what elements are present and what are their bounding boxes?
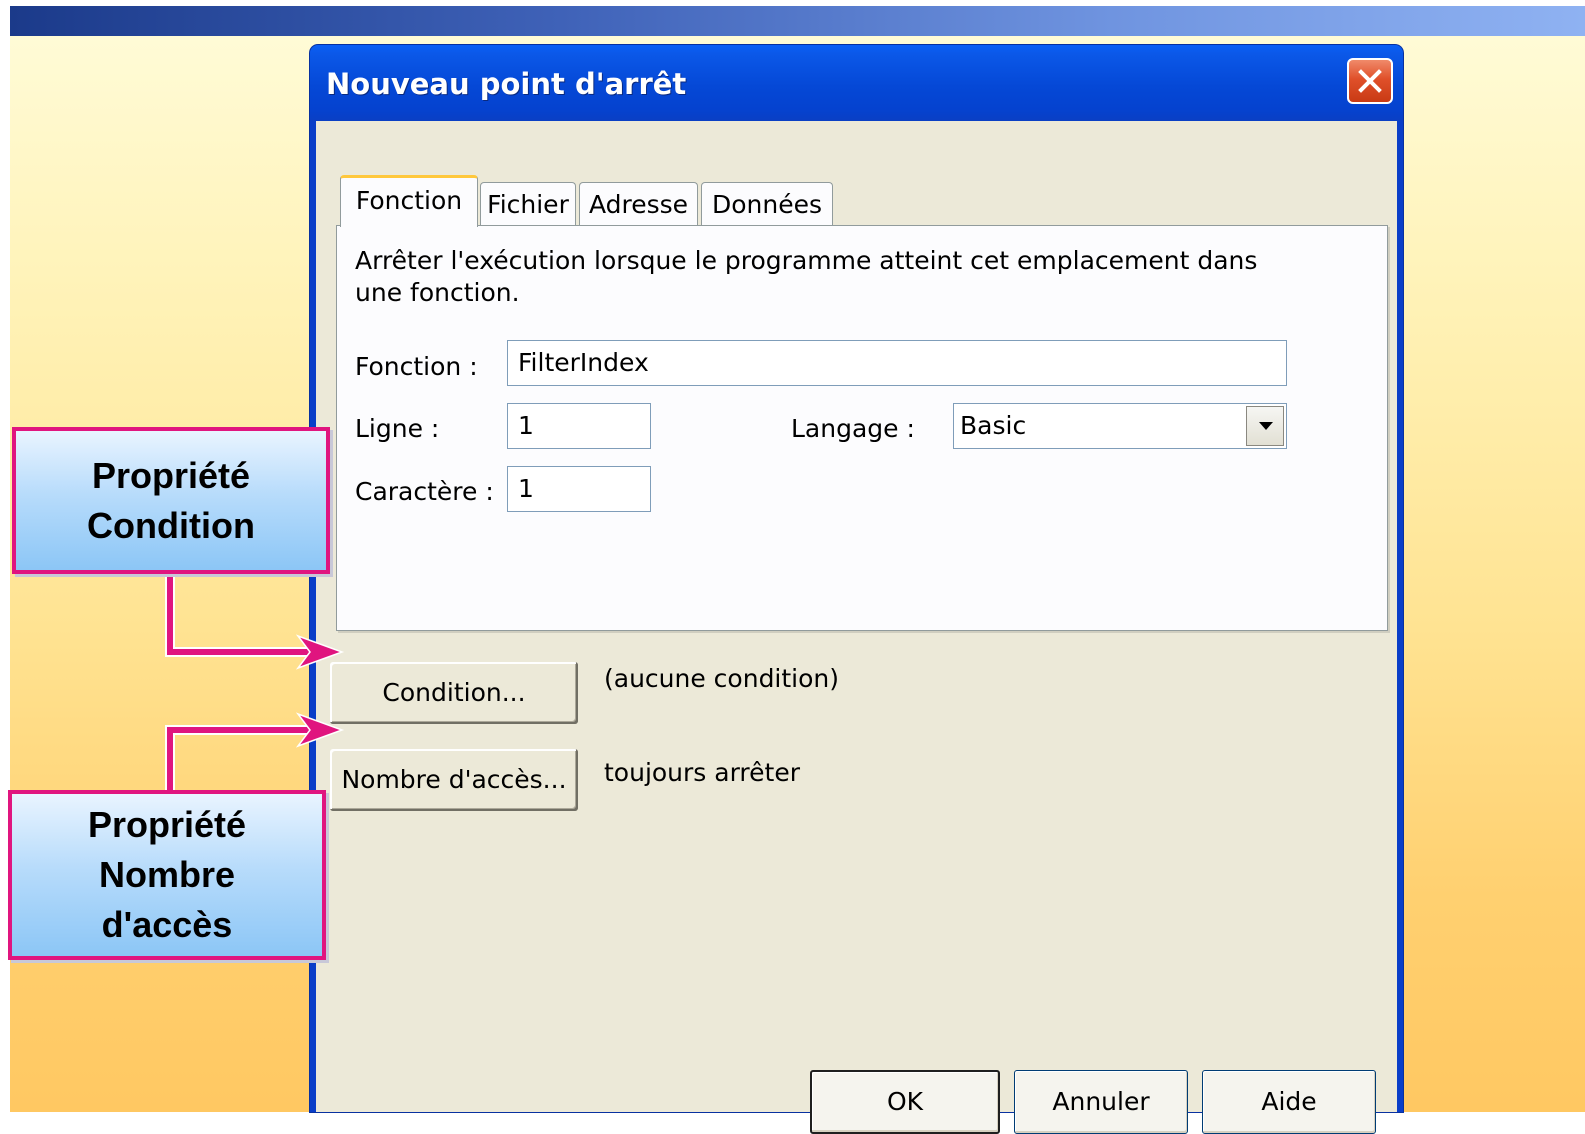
condition-arrow bbox=[165, 574, 345, 670]
condition-callout: Propriété Condition bbox=[12, 427, 330, 574]
hit-count-arrow bbox=[165, 712, 345, 792]
tab-fonction[interactable]: Fonction bbox=[340, 175, 478, 227]
condition-callout-text: Propriété Condition bbox=[87, 454, 255, 546]
hit-count-callout-text: Propriété Nombre d'accès bbox=[87, 804, 247, 945]
hit-count-callout: Propriété Nombre d'accès bbox=[8, 790, 326, 960]
